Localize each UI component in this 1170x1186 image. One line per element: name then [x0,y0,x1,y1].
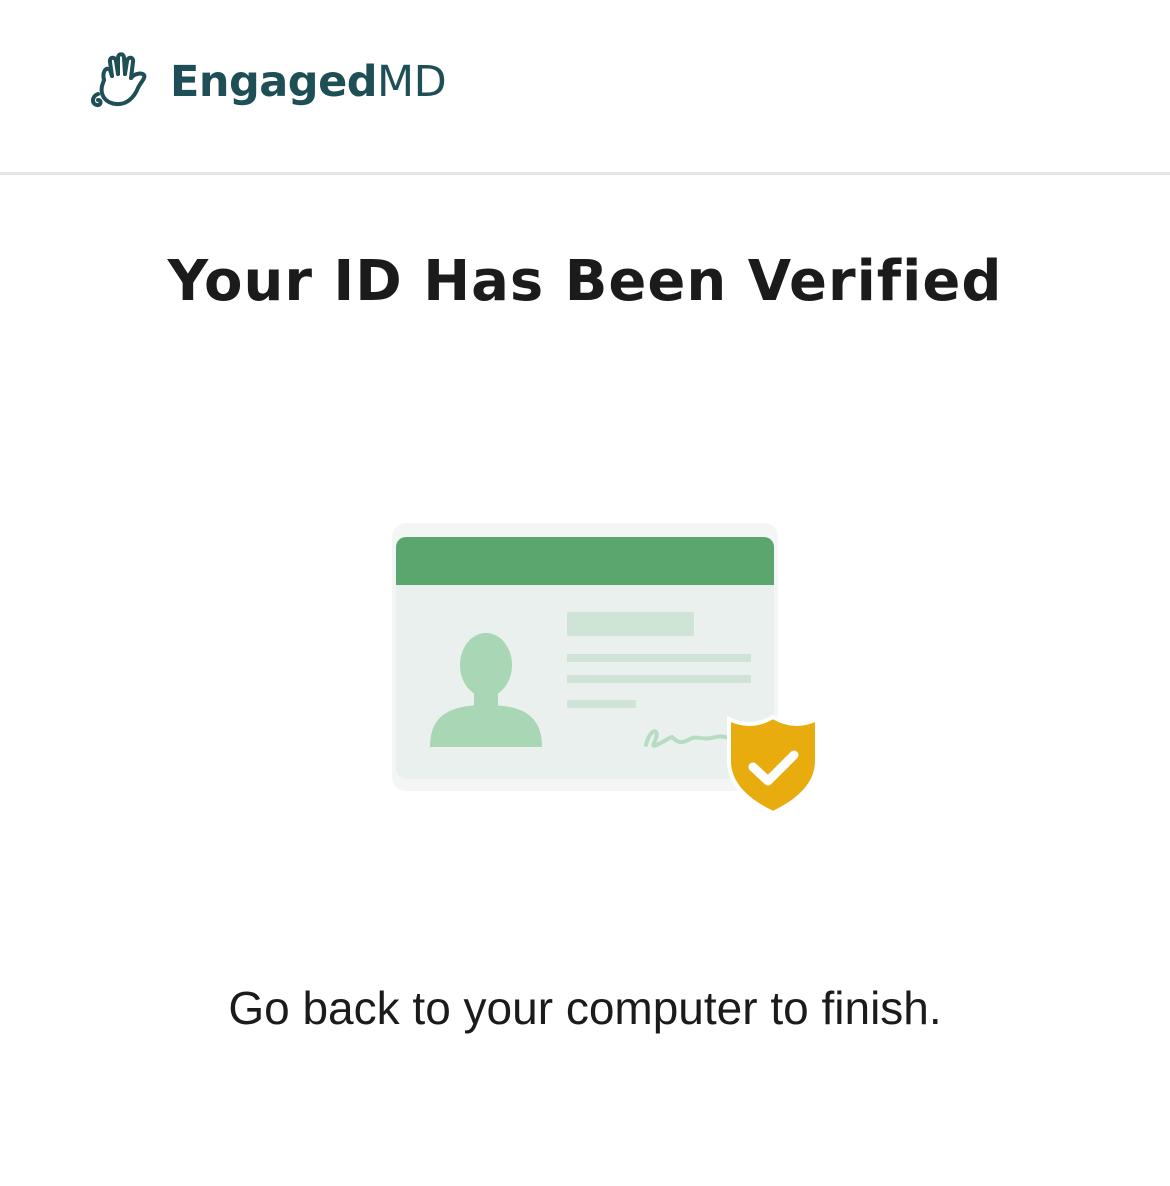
card-line-2 [567,654,751,662]
page-title: Your ID Has Been Verified [167,249,1003,314]
brand-logo[interactable]: EngagedMD [88,50,447,114]
verified-shield-icon [727,714,819,816]
card-header-band [396,537,774,585]
brand-name: EngagedMD [170,60,447,104]
header-bar: EngagedMD [0,0,1170,175]
id-card-verified-icon [392,523,819,816]
instruction-message: Go back to your computer to finish. [228,982,942,1034]
card-line-3 [567,675,751,683]
card-line-4 [567,700,636,708]
card-line-1 [567,612,694,636]
waving-hand-icon [91,52,147,108]
brand-name-light: MD [377,56,447,107]
brand-name-bold: Engaged [170,56,378,107]
